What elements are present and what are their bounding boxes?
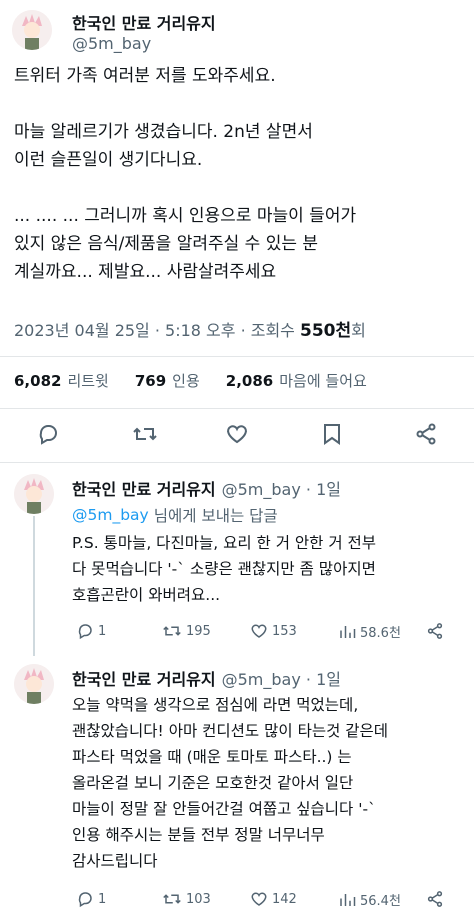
divider xyxy=(0,356,474,357)
heart-icon[interactable] xyxy=(225,422,249,450)
views-count[interactable]: 58.6천 xyxy=(338,622,401,641)
views-suffix: 회 xyxy=(351,320,366,340)
like-count[interactable]: 153 xyxy=(250,622,297,640)
reply-body: 오늘 약먹을 생각으로 점심에 라면 먹었는데, 괜찮았습니다! 아마 컨디션도… xyxy=(72,696,389,870)
retweet-count-value: 195 xyxy=(186,623,211,639)
share-icon[interactable] xyxy=(414,422,438,450)
share-icon[interactable] xyxy=(426,890,444,912)
reply-actions: 1 103 142 56.4천 xyxy=(72,888,468,912)
likes-count[interactable]: 2,086 xyxy=(226,372,273,390)
reply-icon xyxy=(78,624,92,640)
reply-icon[interactable] xyxy=(36,422,60,450)
divider xyxy=(0,408,474,409)
tweet-timestamp-row: 2023년 04월 25일 · 5:18 오후 · 조회수 550천 회 xyxy=(14,316,366,342)
action-bar xyxy=(0,418,474,450)
reply-count-value: 1 xyxy=(98,623,107,639)
reply-body: P.S. 통마늘, 다진마늘, 요리 한 거 안한 거 전부 다 못먹습니다 '… xyxy=(72,534,377,604)
reply-author-name[interactable]: 한국인 만료 거리유지 xyxy=(72,476,216,500)
divider xyxy=(0,462,474,463)
retweet-count[interactable]: 103 xyxy=(162,890,211,908)
retweets-count[interactable]: 6,082 xyxy=(14,372,61,390)
heart-icon xyxy=(251,624,267,638)
retweet-icon[interactable] xyxy=(132,422,158,450)
reply-icon xyxy=(78,892,92,908)
tweet-date[interactable]: 2023년 04월 25일 · 5:18 오후 · 조회수 xyxy=(14,317,295,341)
reply-count-value: 1 xyxy=(98,891,107,907)
like-count-value: 153 xyxy=(272,623,297,639)
avatar[interactable] xyxy=(14,664,54,704)
reply-to-suffix: 님에게 보내는 답글 xyxy=(153,507,278,525)
avatar[interactable] xyxy=(12,10,52,50)
reply-handle-time[interactable]: @5m_bay · 1일 xyxy=(222,666,341,690)
views-count-value: 58.6천 xyxy=(360,626,401,641)
views-count-value: 56.4천 xyxy=(360,894,401,909)
like-count-value: 142 xyxy=(272,891,297,907)
author-name[interactable]: 한국인 만료 거리유지 xyxy=(72,10,216,34)
reply-count[interactable]: 1 xyxy=(76,622,106,640)
thread-line xyxy=(33,516,35,656)
author-handle[interactable]: @5m_bay xyxy=(72,34,151,53)
like-count[interactable]: 142 xyxy=(250,890,297,908)
views-count: 550천 xyxy=(300,321,352,341)
reply-mention[interactable]: @5m_bay xyxy=(72,506,149,524)
share-icon[interactable] xyxy=(426,622,444,644)
retweet-count-value: 103 xyxy=(186,891,211,907)
likes-label[interactable]: 마음에 들어요 xyxy=(279,370,367,391)
reply-author-name[interactable]: 한국인 만료 거리유지 xyxy=(72,666,216,690)
retweet-count[interactable]: 195 xyxy=(162,622,211,640)
bookmark-icon[interactable] xyxy=(321,422,343,450)
tweet-stats: 6,082 리트윗 769 인용 2,086 마음에 들어요 xyxy=(14,370,367,391)
retweet-icon xyxy=(163,894,181,904)
heart-icon xyxy=(251,892,267,906)
reply-to-line: @5m_bay 님에게 보내는 답글 xyxy=(72,504,278,526)
views-icon xyxy=(340,893,356,906)
reply-handle-time[interactable]: @5m_bay · 1일 xyxy=(222,476,341,500)
views-icon xyxy=(340,625,356,638)
quotes-label[interactable]: 인용 xyxy=(172,370,200,391)
reply-header: 한국인 만료 거리유지 @5m_bay · 1일 xyxy=(72,666,341,690)
reply-actions: 1 195 153 58.6천 xyxy=(72,620,468,644)
avatar[interactable] xyxy=(14,474,54,514)
retweets-label[interactable]: 리트윗 xyxy=(67,370,108,391)
reply-count[interactable]: 1 xyxy=(76,890,106,908)
tweet-body: 트위터 가족 여러분 저를 도와주세요. 마늘 알레르기가 생겼습니다. 2n년… xyxy=(14,66,357,282)
retweet-icon xyxy=(163,626,181,636)
views-count[interactable]: 56.4천 xyxy=(338,890,401,909)
quotes-count[interactable]: 769 xyxy=(135,372,166,390)
reply-header: 한국인 만료 거리유지 @5m_bay · 1일 xyxy=(72,476,341,500)
